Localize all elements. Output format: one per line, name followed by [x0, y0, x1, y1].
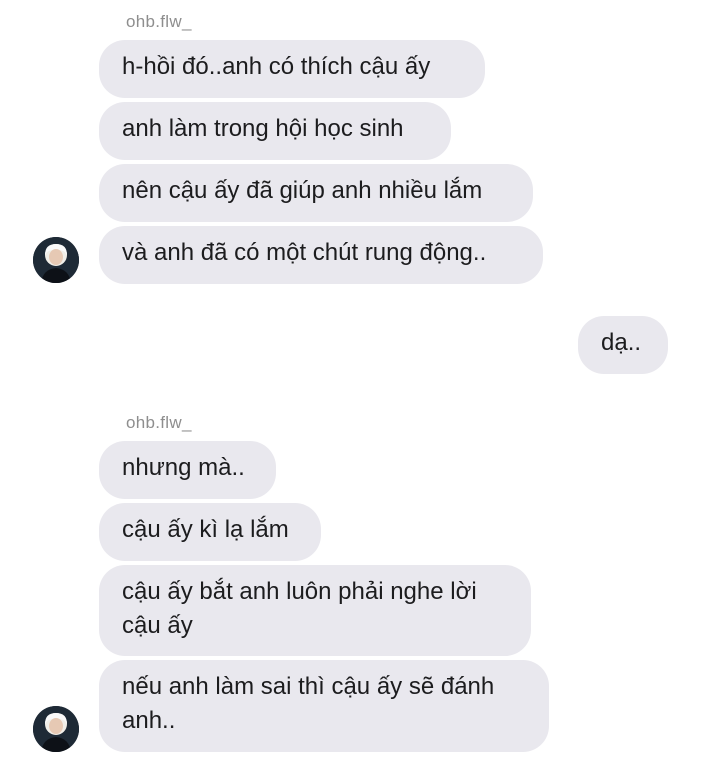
message-bubble[interactable]: nếu anh làm sai thì cậu ấy sẽ đánh anh..	[99, 660, 549, 752]
outgoing-message-bubble[interactable]: dạ..	[578, 316, 668, 374]
message-bubble[interactable]: cậu ấy bắt anh luôn phải nghe lời cậu ấy	[99, 565, 531, 656]
avatar-icon	[33, 237, 79, 283]
profile-avatar[interactable]	[33, 706, 79, 752]
avatar-icon	[33, 706, 79, 752]
message-bubble[interactable]: h-hồi đó..anh có thích cậu ấy	[99, 40, 485, 98]
sender-name[interactable]: ohb.flw_	[126, 413, 192, 433]
message-bubble[interactable]: và anh đã có một chút rung động..	[99, 226, 543, 284]
profile-avatar[interactable]	[33, 237, 79, 283]
message-bubble[interactable]: cậu ấy kì lạ lắm	[99, 503, 321, 561]
message-bubble[interactable]: nên cậu ấy đã giúp anh nhiều lắm	[99, 164, 533, 222]
sender-name[interactable]: ohb.flw_	[126, 12, 192, 32]
message-bubble[interactable]: anh làm trong hội học sinh	[99, 102, 451, 160]
message-bubble[interactable]: nhưng mà..	[99, 441, 276, 499]
